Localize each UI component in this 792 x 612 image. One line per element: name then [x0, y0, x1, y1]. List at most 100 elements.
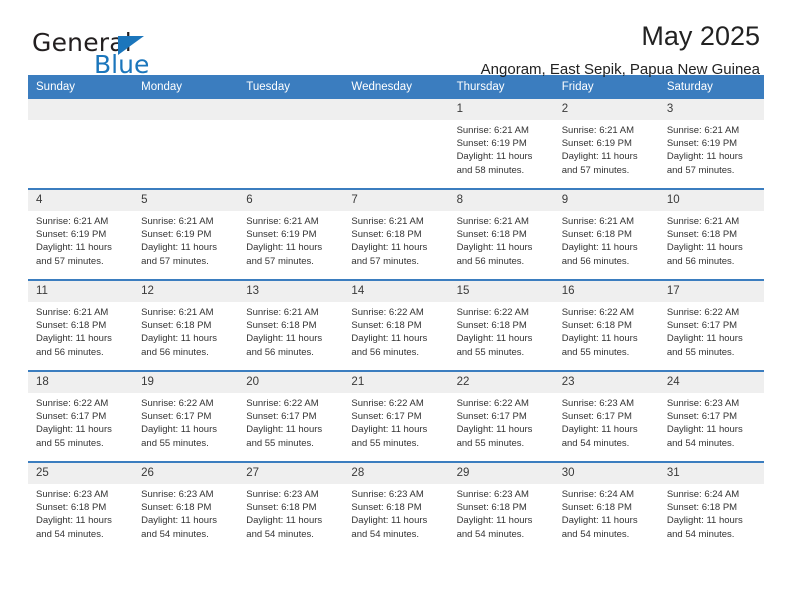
sunset-text: Sunset: 6:18 PM — [456, 502, 527, 514]
calendar-day-cell[interactable]: 16 Sunrise: 6:22 AM Sunset: 6:18 PM Dayligh… — [553, 279, 659, 371]
sunset-text: Sunset: 6:17 PM — [666, 320, 738, 332]
calendar-day-cell[interactable]: 13 Sunrise: 6:21 AM Sunset: 6:18 PM Dayligh… — [238, 279, 344, 371]
daylight-text-line2: and 56 minutes. — [141, 346, 209, 358]
calendar-day-cell[interactable]: 25 Sunrise: 6:23 AM Sunset: 6:18 PM Dayligh… — [28, 461, 134, 552]
sunrise-text: Sunrise: 6:23 AM — [36, 489, 109, 500]
calendar-day-cell[interactable]: 23 Sunrise: 6:23 AM Sunset: 6:17 PM Dayligh… — [553, 370, 659, 462]
day-number: 11 — [28, 281, 134, 302]
calendar-day-cell[interactable]: 10 Sunrise: 6:21 AM Sunset: 6:18 PM Dayligh… — [658, 188, 764, 280]
daylight-text-line2: and 55 minutes. — [36, 437, 104, 449]
calendar-day-cell[interactable]: 27 Sunrise: 6:23 AM Sunset: 6:18 PM Dayligh… — [238, 461, 344, 552]
brand-logo[interactable]: General Blue — [32, 28, 272, 79]
daylight-text-line1: Daylight: 11 hours — [141, 515, 218, 527]
calendar-day-cell[interactable]: 12 Sunrise: 6:21 AM Sunset: 6:18 PM Dayligh… — [133, 279, 239, 371]
day-details: Sunrise: 6:21 AM Sunset: 6:18 PM Daylight:… — [133, 302, 238, 359]
calendar-day-cell[interactable]: 20 Sunrise: 6:22 AM Sunset: 6:17 PM Dayligh… — [238, 370, 344, 462]
day-details: Sunrise: 6:22 AM Sunset: 6:17 PM Daylight:… — [133, 393, 238, 450]
sunrise-text: Sunrise: 6:23 AM — [666, 398, 740, 409]
calendar-day-cell[interactable]: 6 Sunrise: 6:21 AM Sunset: 6:19 PM Daylight… — [238, 188, 344, 280]
daylight-text-line1: Daylight: 11 hours — [456, 515, 533, 527]
day-number — [28, 99, 134, 120]
calendar-day-cell-empty — [133, 99, 239, 189]
calendar-day-cell[interactable]: 21 Sunrise: 6:22 AM Sunset: 6:17 PM Dayligh… — [343, 370, 449, 462]
daylight-text-line1: Daylight: 11 hours — [666, 424, 743, 436]
day-details: Sunrise: 6:22 AM Sunset: 6:18 PM Daylight:… — [343, 302, 448, 359]
daylight-text-line2: and 57 minutes. — [141, 255, 209, 267]
calendar-table: Sunday Monday Tuesday Wednesday Thursday… — [28, 75, 764, 552]
day-details: Sunrise: 6:24 AM Sunset: 6:18 PM Daylight:… — [554, 484, 659, 541]
daylight-text-line2: and 55 minutes. — [246, 437, 314, 449]
calendar-day-cell-empty — [28, 99, 134, 189]
calendar-day-cell[interactable]: 22 Sunrise: 6:22 AM Sunset: 6:17 PM Dayligh… — [448, 370, 554, 462]
calendar-day-cell[interactable]: 11 Sunrise: 6:21 AM Sunset: 6:18 PM Dayligh… — [28, 279, 134, 371]
calendar-week-row: 11 Sunrise: 6:21 AM Sunset: 6:18 PM Dayligh… — [28, 279, 764, 371]
calendar-day-cell[interactable]: 5 Sunrise: 6:21 AM Sunset: 6:19 PM Daylight… — [133, 188, 239, 280]
day-number: 30 — [553, 463, 659, 484]
daylight-text-line1: Daylight: 11 hours — [246, 242, 323, 254]
sunset-text: Sunset: 6:19 PM — [246, 229, 317, 241]
calendar-day-cell[interactable]: 1 Sunrise: 6:21 AM Sunset: 6:19 PM Daylight… — [448, 99, 554, 189]
daylight-text-line2: and 54 minutes. — [36, 528, 104, 540]
sunset-text: Sunset: 6:18 PM — [666, 502, 738, 514]
day-details: Sunrise: 6:21 AM Sunset: 6:19 PM Daylight:… — [659, 120, 764, 177]
calendar-day-cell[interactable]: 9 Sunrise: 6:21 AM Sunset: 6:18 PM Daylight… — [553, 188, 659, 280]
day-details: Sunrise: 6:24 AM Sunset: 6:18 PM Daylight:… — [659, 484, 764, 541]
sunrise-text: Sunrise: 6:21 AM — [561, 125, 635, 136]
calendar-day-cell[interactable]: 17 Sunrise: 6:22 AM Sunset: 6:17 PM Dayligh… — [658, 279, 764, 371]
daylight-text-line1: Daylight: 11 hours — [456, 242, 533, 254]
sunset-text: Sunset: 6:19 PM — [561, 138, 632, 150]
sunrise-text: Sunrise: 6:21 AM — [666, 216, 740, 227]
day-details: Sunrise: 6:21 AM Sunset: 6:18 PM Daylight:… — [343, 211, 448, 268]
daylight-text-line2: and 57 minutes. — [561, 164, 630, 176]
sunrise-text: Sunrise: 6:22 AM — [456, 398, 529, 409]
daylight-text-line1: Daylight: 11 hours — [351, 515, 428, 527]
sunrise-text: Sunrise: 6:21 AM — [246, 216, 319, 227]
calendar-day-cell[interactable]: 14 Sunrise: 6:22 AM Sunset: 6:18 PM Dayligh… — [343, 279, 449, 371]
calendar-day-cell[interactable]: 2 Sunrise: 6:21 AM Sunset: 6:19 PM Daylight… — [553, 99, 659, 189]
daylight-text-line2: and 54 minutes. — [666, 528, 735, 540]
calendar-day-cell[interactable]: 31 Sunrise: 6:24 AM Sunset: 6:18 PM Dayligh… — [658, 461, 764, 552]
daylight-text-line1: Daylight: 11 hours — [666, 515, 743, 527]
sunrise-text: Sunrise: 6:21 AM — [141, 216, 214, 227]
day-details: Sunrise: 6:22 AM Sunset: 6:17 PM Daylight:… — [449, 393, 554, 450]
daylight-text-line1: Daylight: 11 hours — [141, 242, 218, 254]
calendar-day-cell[interactable]: 15 Sunrise: 6:22 AM Sunset: 6:18 PM Dayligh… — [448, 279, 554, 371]
weekday-header-tuesday: Tuesday — [238, 75, 344, 99]
page-title: May 2025 — [641, 21, 760, 51]
day-number: 25 — [28, 463, 134, 484]
day-details: Sunrise: 6:21 AM Sunset: 6:19 PM Daylight:… — [238, 211, 343, 268]
calendar-week-row: 25 Sunrise: 6:23 AM Sunset: 6:18 PM Dayligh… — [28, 461, 764, 552]
sunset-text: Sunset: 6:18 PM — [141, 320, 212, 332]
calendar-day-cell[interactable]: 7 Sunrise: 6:21 AM Sunset: 6:18 PM Daylight… — [343, 188, 449, 280]
day-number — [343, 99, 449, 120]
calendar-page: General Blue May 2025 Angoram, East Sepi… — [0, 0, 792, 612]
calendar-day-cell[interactable]: 26 Sunrise: 6:23 AM Sunset: 6:18 PM Dayligh… — [133, 461, 239, 552]
day-number: 14 — [343, 281, 449, 302]
day-number: 27 — [238, 463, 344, 484]
calendar-week-row: 1 Sunrise: 6:21 AM Sunset: 6:19 PM Daylight… — [28, 99, 764, 189]
calendar-day-cell[interactable]: 29 Sunrise: 6:23 AM Sunset: 6:18 PM Dayligh… — [448, 461, 554, 552]
day-details: Sunrise: 6:21 AM Sunset: 6:19 PM Daylight:… — [554, 120, 659, 177]
calendar-day-cell[interactable]: 30 Sunrise: 6:24 AM Sunset: 6:18 PM Dayligh… — [553, 461, 659, 552]
calendar-day-cell[interactable]: 24 Sunrise: 6:23 AM Sunset: 6:17 PM Dayligh… — [658, 370, 764, 462]
sunrise-text: Sunrise: 6:23 AM — [456, 489, 529, 500]
daylight-text-line1: Daylight: 11 hours — [246, 515, 323, 527]
daylight-text-line1: Daylight: 11 hours — [351, 242, 428, 254]
sunrise-text: Sunrise: 6:22 AM — [36, 398, 109, 409]
title-block: May 2025 Angoram, East Sepik, Papua New … — [481, 20, 760, 79]
calendar-day-cell[interactable]: 8 Sunrise: 6:21 AM Sunset: 6:18 PM Daylight… — [448, 188, 554, 280]
calendar-day-cell[interactable]: 28 Sunrise: 6:23 AM Sunset: 6:18 PM Dayligh… — [343, 461, 449, 552]
brand-name-blue: Blue — [94, 50, 150, 79]
calendar-day-cell[interactable]: 19 Sunrise: 6:22 AM Sunset: 6:17 PM Dayligh… — [133, 370, 239, 462]
sunrise-text: Sunrise: 6:21 AM — [456, 216, 529, 227]
sunset-text: Sunset: 6:17 PM — [246, 411, 317, 423]
calendar-day-cell[interactable]: 18 Sunrise: 6:22 AM Sunset: 6:17 PM Dayligh… — [28, 370, 134, 462]
calendar-day-cell[interactable]: 4 Sunrise: 6:21 AM Sunset: 6:19 PM Daylight… — [28, 188, 134, 280]
daylight-text-line2: and 57 minutes. — [246, 255, 314, 267]
daylight-text-line1: Daylight: 11 hours — [456, 424, 533, 436]
daylight-text-line2: and 54 minutes. — [666, 437, 735, 449]
calendar-day-cell-empty — [343, 99, 449, 189]
daylight-text-line2: and 55 minutes. — [141, 437, 209, 449]
day-number: 20 — [238, 372, 344, 393]
calendar-day-cell[interactable]: 3 Sunrise: 6:21 AM Sunset: 6:19 PM Daylight… — [658, 99, 764, 189]
